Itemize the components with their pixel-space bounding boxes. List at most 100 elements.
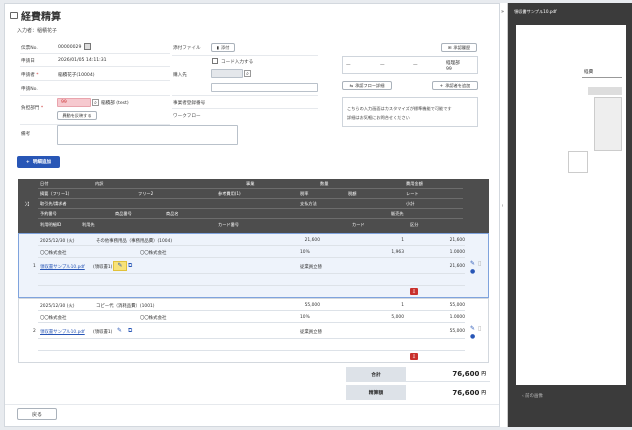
splitter[interactable]: » ⁞ bbox=[500, 3, 508, 427]
divider bbox=[20, 66, 170, 67]
workflow-label: ワークフロー bbox=[173, 114, 201, 119]
total-label: 合計 bbox=[346, 367, 406, 382]
row-amount: 21,600 bbox=[304, 238, 320, 243]
flow-icon: ⇆ bbox=[349, 83, 354, 88]
search-icon[interactable]: ⌕ bbox=[92, 99, 99, 106]
edit-icon[interactable]: ✎ bbox=[113, 261, 127, 271]
settlement-value: 76,600 円 bbox=[452, 388, 486, 397]
copy-icon[interactable]: ▯ bbox=[478, 325, 481, 332]
arrow-down-icon: ⇩ bbox=[411, 288, 417, 295]
approval-history-button[interactable]: ⊞ 承認履歴 bbox=[441, 43, 477, 52]
divider bbox=[38, 338, 465, 339]
vendor-name-input[interactable] bbox=[211, 83, 318, 92]
delete-row-button[interactable]: ⇩ bbox=[410, 353, 418, 360]
detail-table-header: ⤨ 日付 内訳 事業 数量 費用金額 摘要（フリー1） フリー2 参考費用(1)… bbox=[18, 179, 489, 233]
collapse-icon[interactable]: » bbox=[501, 9, 504, 15]
clip-icon: ▮ bbox=[216, 45, 219, 50]
divider bbox=[172, 108, 318, 109]
col-free2: フリー2 bbox=[138, 191, 154, 196]
prev-page-button[interactable]: ‹ 前の画像 bbox=[522, 393, 543, 399]
attach-label: 添付ファイル bbox=[173, 46, 201, 51]
divider bbox=[38, 188, 463, 189]
open-icon[interactable]: ⧉ bbox=[128, 327, 132, 335]
request-no-label: 申請No. bbox=[21, 87, 38, 92]
receipt-suffix: (領収書1) bbox=[93, 330, 113, 335]
page-title: 経費精算 bbox=[10, 8, 61, 23]
back-button[interactable]: 戻る bbox=[17, 408, 57, 420]
remarks-textarea[interactable] bbox=[57, 125, 238, 145]
edit-icon[interactable]: ✎ bbox=[470, 325, 475, 332]
col-seller: 販売先 bbox=[391, 211, 404, 216]
row-rate: 1.0000 bbox=[449, 315, 465, 320]
row-payment: 従業員立替 bbox=[300, 265, 322, 270]
table-row[interactable] bbox=[18, 233, 489, 298]
row-subtotal: 55,000 bbox=[449, 329, 465, 334]
approval-cell: 経理部 bbox=[446, 61, 460, 66]
pdf-line bbox=[582, 77, 622, 78]
divider bbox=[38, 198, 463, 199]
col-item: 内訳 bbox=[95, 181, 104, 186]
search-icon[interactable]: ⌕ bbox=[244, 70, 251, 77]
dept-code-input[interactable]: 99 bbox=[57, 98, 91, 107]
col-amount: 費用金額 bbox=[406, 181, 423, 186]
row-item: その他事務用品（事務用品費）(1004) bbox=[96, 239, 173, 244]
settlement-label: 精算額 bbox=[346, 385, 406, 400]
row-date: 2025/12/30 (火) bbox=[40, 304, 75, 309]
edit-icon[interactable]: ✎ bbox=[117, 327, 122, 334]
notice-box: こちらの入力画面はカスタマイズが標準機能で可能です 詳細はお気軽にお問合せくださ… bbox=[342, 97, 478, 127]
row-vendor: 〇〇株式会社 bbox=[40, 316, 67, 321]
table-row[interactable] bbox=[18, 298, 489, 363]
plus-icon: + bbox=[25, 159, 30, 165]
remarks-label: 備考 bbox=[21, 132, 31, 137]
code-input-checkbox[interactable] bbox=[212, 58, 218, 64]
col-business: 事業 bbox=[246, 181, 255, 186]
col-category: 区分 bbox=[410, 222, 419, 227]
col-tax: 税額 bbox=[348, 191, 357, 196]
col-card: カード bbox=[352, 222, 365, 227]
col-tax-rate: 税率 bbox=[300, 191, 309, 196]
history-icon: ⊞ bbox=[447, 45, 452, 50]
col-subtotal: 小計 bbox=[406, 201, 415, 206]
delete-row-button[interactable]: ⇩ bbox=[410, 288, 418, 295]
applicant-label: 申請者 * bbox=[21, 73, 39, 78]
row-amount: 55,000 bbox=[304, 303, 320, 308]
divider bbox=[38, 208, 463, 209]
approval-flow-button[interactable]: ⇆ 承認フロー詳細 bbox=[342, 81, 392, 90]
edit-icon[interactable]: ✎ bbox=[470, 260, 475, 267]
application-no-value: 00000029 bbox=[58, 45, 82, 50]
col-payment: 支払方法 bbox=[300, 201, 317, 206]
comment-icon[interactable]: ● bbox=[470, 333, 475, 340]
invoice-no-label: 事業者登録番号 bbox=[173, 101, 206, 106]
attach-button[interactable]: ▮ 添付 bbox=[211, 43, 235, 52]
receipt-suffix: (領収書1) bbox=[93, 265, 113, 270]
open-icon[interactable]: ⧉ bbox=[128, 262, 132, 270]
notice-text: 詳細はお気軽にお問合せください bbox=[347, 115, 410, 120]
application-no-label: 伝票No. bbox=[21, 46, 38, 51]
approval-cell: — bbox=[380, 63, 385, 68]
dept-apply-button[interactable]: 異動を反映する bbox=[57, 111, 97, 120]
entrant-label: 入力者：稲積花子 bbox=[17, 28, 58, 34]
row-vendor: 〇〇株式会社 bbox=[140, 251, 167, 256]
drag-handle[interactable]: ⁞ bbox=[502, 203, 503, 208]
receipt-link[interactable]: 領収書サンプル10.pdf bbox=[40, 264, 85, 270]
date-label: 申請日 bbox=[21, 59, 35, 64]
dept-name: 稲積部 (test) bbox=[101, 101, 129, 106]
col-usage-id: 利用明細ID bbox=[40, 222, 62, 227]
divider bbox=[38, 257, 465, 258]
vendor-code-input[interactable] bbox=[211, 69, 243, 78]
pdf-page[interactable]: 経費 bbox=[516, 25, 626, 385]
comment-icon[interactable]: ● bbox=[470, 268, 475, 275]
shuffle-icon[interactable]: ⤨ bbox=[24, 201, 29, 209]
print-icon[interactable] bbox=[84, 43, 91, 50]
divider bbox=[38, 245, 465, 246]
row-number: 1 bbox=[33, 264, 36, 269]
copy-icon[interactable]: ▯ bbox=[478, 260, 481, 267]
col-product-name: 商品名 bbox=[166, 211, 179, 216]
add-detail-button[interactable]: + 明細追加 bbox=[17, 156, 60, 168]
row-rate: 1.0000 bbox=[449, 250, 465, 255]
add-approver-button[interactable]: + 承認者を追加 bbox=[432, 81, 478, 90]
col-free1: 摘要（フリー1） bbox=[40, 191, 72, 196]
col-booking: 予約番号 bbox=[40, 211, 57, 216]
row-tax-rate: 10% bbox=[300, 315, 310, 320]
receipt-link[interactable]: 領収書サンプル10.pdf bbox=[40, 329, 85, 335]
